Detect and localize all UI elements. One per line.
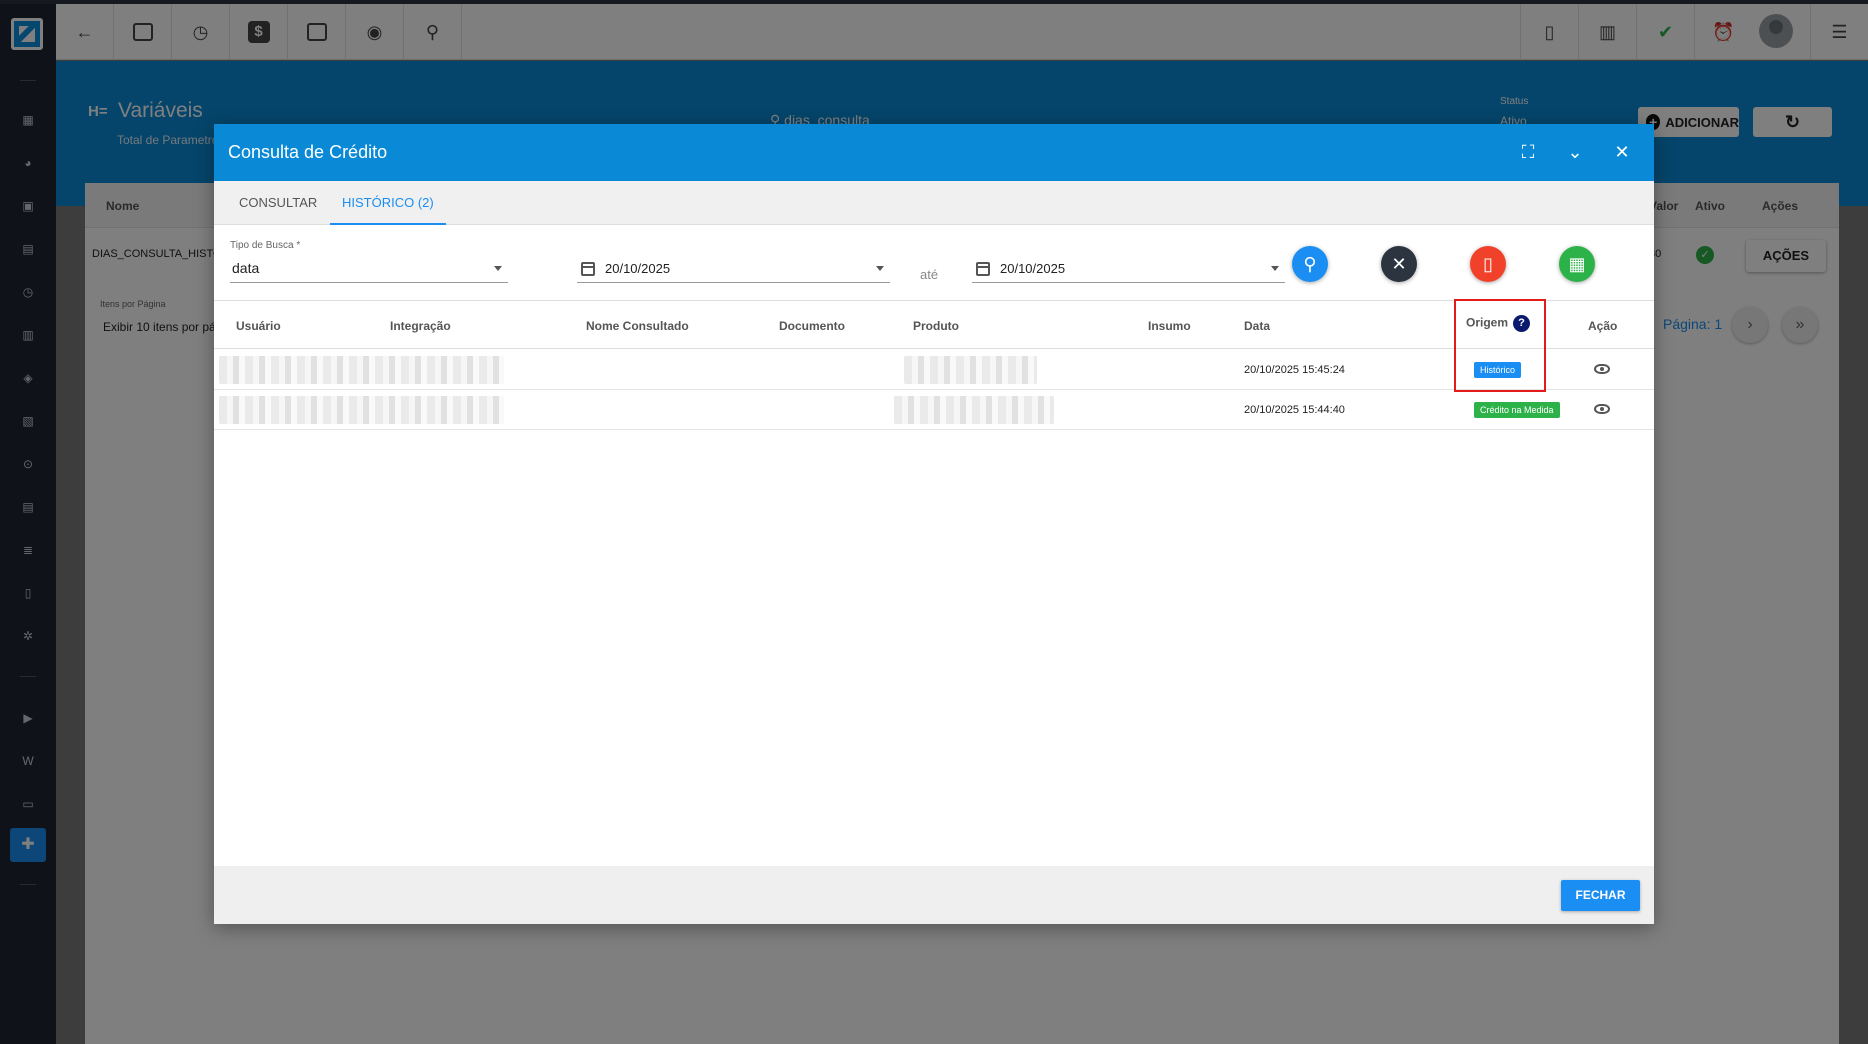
dropdown-caret-icon [876, 266, 884, 271]
row-date: 20/10/2025 15:44:40 [1244, 404, 1345, 416]
tab-historico[interactable]: HISTÓRICO (2) [330, 181, 446, 225]
close-icon: ✕ [1614, 142, 1630, 162]
chevron-down-icon: ⌄ [1567, 142, 1583, 162]
export-excel-button[interactable]: ▦ [1559, 246, 1595, 282]
row-date: 20/10/2025 15:45:24 [1244, 364, 1345, 376]
search-type-select[interactable]: data [230, 255, 508, 283]
pdf-icon: ▯ [1483, 254, 1493, 274]
dialog-footer: FECHAR [214, 866, 1654, 924]
origin-highlight-box [1454, 299, 1546, 392]
date-from-field[interactable]: 20/10/2025 [577, 255, 890, 283]
column-usuario: Usuário [236, 319, 281, 333]
column-data: Data [1244, 319, 1271, 333]
dropdown-caret-icon [494, 266, 502, 271]
redacted-product [894, 396, 1054, 424]
dialog-title: Consulta de Crédito [228, 142, 388, 162]
maximize-button[interactable]: ⛶ [1514, 138, 1542, 166]
redacted-product [904, 356, 1037, 384]
calendar-icon [581, 262, 595, 276]
redacted-user [219, 396, 504, 424]
redacted-user [219, 356, 504, 384]
dropdown-caret-icon [1271, 266, 1279, 271]
search-type-label: Tipo de Busca * [230, 240, 301, 251]
credit-check-dialog: Consulta de Crédito ⛶ ⌄ ✕ CONSULTAR HIST… [214, 124, 1654, 924]
close-button[interactable]: FECHAR [1561, 880, 1640, 911]
search-button[interactable]: ⚲ [1292, 246, 1328, 282]
column-acao: Ação [1588, 319, 1618, 333]
search-icon: ⚲ [1303, 254, 1317, 274]
history-table-header: Usuário Integração Nome Consultado Docum… [214, 301, 1654, 349]
calendar-icon [976, 262, 990, 276]
column-nome-consultado: Nome Consultado [586, 319, 689, 333]
table-row[interactable]: 20/10/2025 15:44:40 Crédito na Medida [214, 390, 1654, 430]
tab-consultar[interactable]: CONSULTAR [227, 181, 329, 225]
close-icon: ✕ [1391, 254, 1407, 274]
until-label: até [920, 267, 939, 282]
eye-icon[interactable] [1594, 364, 1610, 374]
excel-icon: ▦ [1568, 254, 1586, 274]
close-dialog-button[interactable]: ✕ [1608, 138, 1636, 166]
date-to-value: 20/10/2025 [1000, 261, 1066, 276]
dialog-tabs: CONSULTAR HISTÓRICO (2) [214, 181, 1654, 225]
search-type-value: data [232, 260, 260, 276]
dialog-header: Consulta de Crédito ⛶ ⌄ ✕ [214, 124, 1654, 181]
column-insumo: Insumo [1148, 319, 1191, 333]
filters-bar: Tipo de Busca * data 20/10/2025 até 20/1… [214, 225, 1654, 301]
column-documento: Documento [779, 319, 845, 333]
fullscreen-icon: ⛶ [1521, 142, 1535, 162]
column-produto: Produto [913, 319, 959, 333]
column-integracao: Integração [390, 319, 451, 333]
export-pdf-button[interactable]: ▯ [1470, 246, 1506, 282]
eye-icon[interactable] [1594, 404, 1610, 414]
date-from-value: 20/10/2025 [605, 261, 671, 276]
clear-button[interactable]: ✕ [1381, 246, 1417, 282]
origin-badge: Crédito na Medida [1474, 402, 1560, 418]
collapse-button[interactable]: ⌄ [1561, 138, 1589, 166]
table-row[interactable]: 20/10/2025 15:45:24 Histórico [214, 350, 1654, 390]
date-to-field[interactable]: 20/10/2025 [972, 255, 1285, 283]
